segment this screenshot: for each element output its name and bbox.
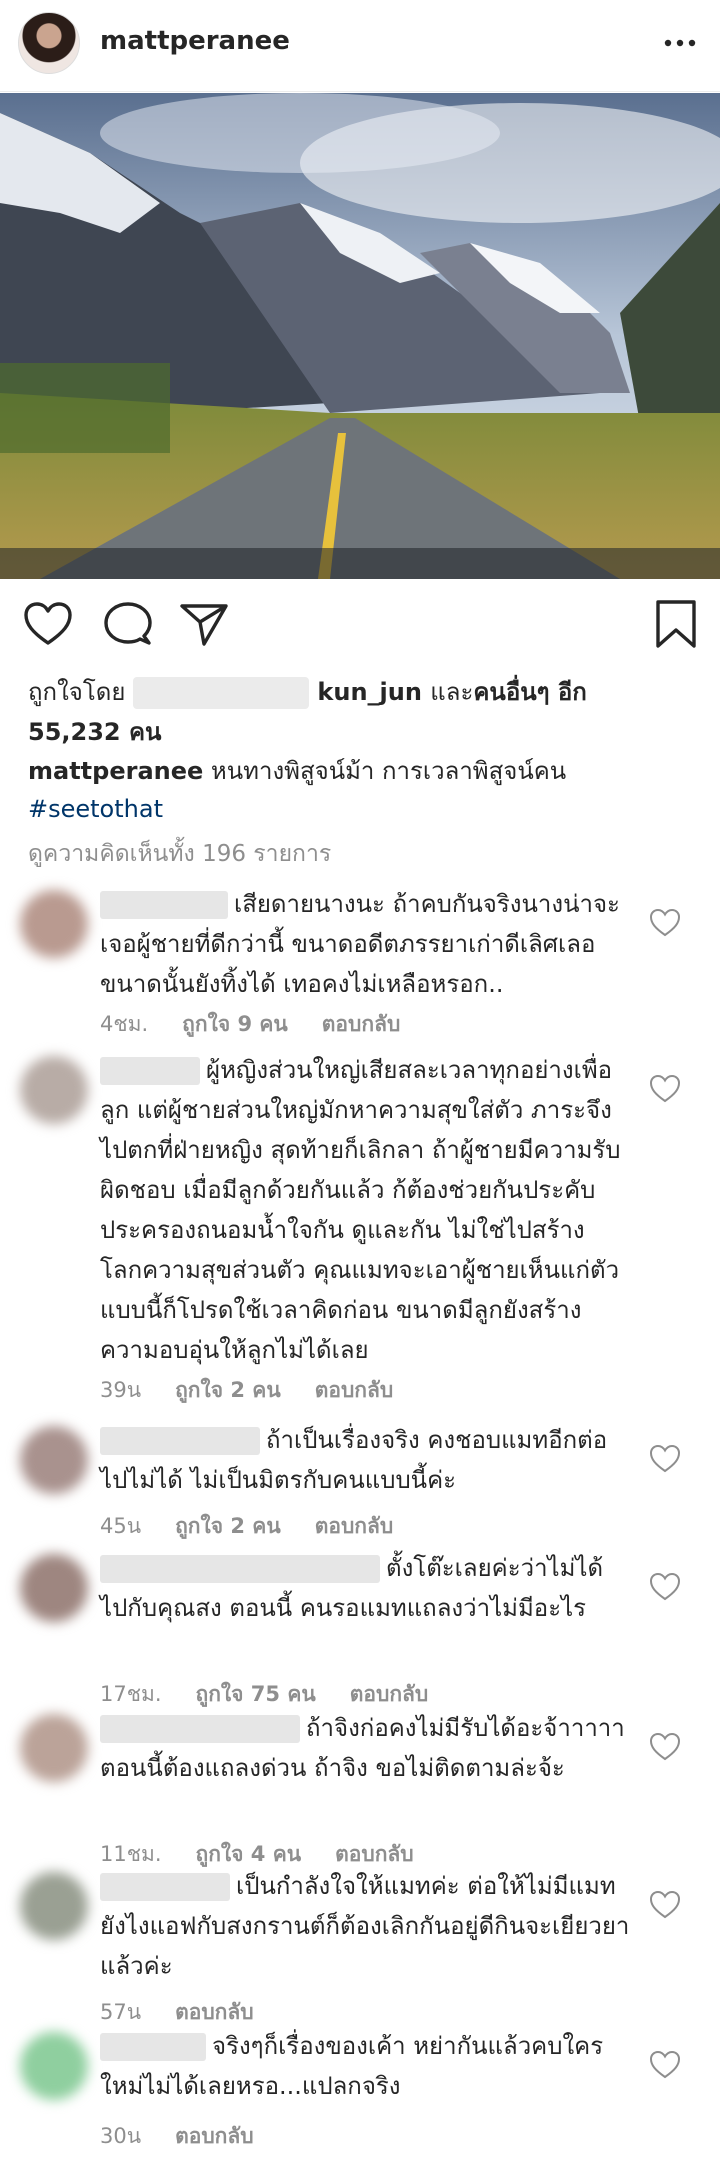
comment-text-block: ถ้าจิงก่อคงไม่มีรับได้อะจ้าาาาา ตอนนี้ต้…: [100, 1708, 630, 1788]
caption-username[interactable]: mattperanee: [28, 757, 203, 785]
blurred-username: [100, 1555, 380, 1583]
likes-connector: และ: [430, 678, 474, 706]
comment-time: 45น: [100, 1514, 142, 1538]
comment-text: ผู้หญิงส่วนใหญ่เสียสละเวลาทุกอย่างเพื่อล…: [100, 1056, 621, 1364]
commenter-avatar[interactable]: [20, 1554, 88, 1622]
likes-count[interactable]: 55,232 คน: [28, 718, 161, 746]
heart-icon[interactable]: [648, 1072, 682, 1106]
comment-meta: 39น ถูกใจ 2 คน ตอบกลับ: [100, 1374, 427, 1407]
comment-text-block: ถ้าเป็นเรื่องจริง คงชอบแมทอีกต่อไปไม่ได้…: [100, 1420, 630, 1500]
comment-time: 39น: [100, 1378, 142, 1402]
comment-item: เป็นกำลังใจให้แมทค่ะ ต่อให้ไม่มีแมท ยังไ…: [0, 1866, 720, 2024]
view-all-comments-link[interactable]: ดูความคิดเห็นทั้ง 196 รายการ: [28, 836, 331, 872]
comment-item: ถ้าเป็นเรื่องจริง คงชอบแมทอีกต่อไปไม่ได้…: [0, 1420, 720, 1540]
blurred-username: [100, 1715, 300, 1743]
heart-icon[interactable]: [648, 1442, 682, 1476]
blurred-username: [100, 2033, 206, 2061]
comment-time: 11ชม.: [100, 1842, 162, 1866]
comment-item: ถ้าจิงก่อคงไม่มีรับได้อะจ้าาาาา ตอนนี้ต้…: [0, 1708, 720, 1866]
blurred-username: [100, 1427, 260, 1455]
comment-meta: 30น ตอบกลับ: [100, 2120, 288, 2153]
reply-button[interactable]: ตอบกลับ: [175, 2000, 254, 2024]
commenter-avatar[interactable]: [20, 1426, 88, 1494]
comment-meta: 4ชม. ถูกใจ 9 คน ตอบกลับ: [100, 1008, 434, 1041]
comment-likes[interactable]: ถูกใจ 2 คน: [175, 1514, 281, 1538]
blurred-username: [133, 677, 310, 709]
comment-likes[interactable]: ถูกใจ 2 คน: [175, 1378, 281, 1402]
heart-icon[interactable]: [20, 596, 76, 652]
comment-text-block: ตั้งโต๊ะเลยค่ะว่าไม่ได้ไปกับคุณสง ตอนนี้…: [100, 1548, 630, 1628]
profile-avatar[interactable]: [18, 12, 80, 74]
likes-summary[interactable]: ถูกใจโดย kun_jun และคนอื่นๆ อีก 55,232 คน: [28, 672, 698, 752]
likes-prefix: ถูกใจโดย: [28, 678, 126, 706]
commenter-avatar[interactable]: [20, 2032, 88, 2100]
likes-others[interactable]: คนอื่นๆ อีก: [473, 678, 586, 706]
comment-icon[interactable]: [100, 596, 156, 652]
reply-button[interactable]: ตอบกลับ: [315, 1514, 394, 1538]
blurred-username: [100, 891, 228, 919]
commenter-avatar[interactable]: [20, 1056, 88, 1124]
commenter-avatar[interactable]: [20, 1872, 88, 1940]
comment-time: 17ชม.: [100, 1682, 162, 1706]
send-icon[interactable]: [176, 596, 232, 652]
commenter-avatar[interactable]: [20, 1714, 88, 1782]
heart-icon[interactable]: [648, 1730, 682, 1764]
comment-meta: 17ชม. ถูกใจ 75 คน ตอบกลับ: [100, 1678, 462, 1711]
comment-likes[interactable]: ถูกใจ 9 คน: [182, 1012, 288, 1036]
comment-text-block: เป็นกำลังใจให้แมทค่ะ ต่อให้ไม่มีแมท ยังไ…: [100, 1866, 630, 1986]
reply-button[interactable]: ตอบกลับ: [315, 1378, 394, 1402]
comment-time: 30น: [100, 2124, 142, 2148]
blurred-username: [100, 1873, 230, 1901]
post-photo[interactable]: [0, 93, 720, 579]
comment-likes[interactable]: ถูกใจ 75 คน: [196, 1682, 316, 1706]
comment-text-block: จริงๆก็เรื่องของเค้า หย่ากันแล้วคบใครใหม…: [100, 2026, 630, 2106]
bookmark-icon[interactable]: [648, 596, 704, 652]
comment-time: 4ชม.: [100, 1012, 149, 1036]
comment-text-block: เสียดายนางนะ ถ้าคบกันจริงนางน่าจะเจอผู้ช…: [100, 884, 630, 1004]
more-horizontal-icon[interactable]: [660, 28, 700, 58]
comment-item: จริงๆก็เรื่องของเค้า หย่ากันแล้วคบใครใหม…: [0, 2026, 720, 2156]
heart-icon[interactable]: [648, 1888, 682, 1922]
caption-hashtag[interactable]: #seetothat: [28, 795, 163, 823]
reply-button[interactable]: ตอบกลับ: [335, 1842, 414, 1866]
post-header: mattperanee: [0, 0, 720, 92]
comment-item: เสียดายนางนะ ถ้าคบกันจริงนางน่าจะเจอผู้ช…: [0, 884, 720, 1036]
comment-meta: 57น ตอบกลับ: [100, 1996, 288, 2029]
reply-button[interactable]: ตอบกลับ: [350, 1682, 429, 1706]
post-actions: [0, 590, 720, 662]
comment-likes[interactable]: ถูกใจ 4 คน: [196, 1842, 302, 1866]
comment-meta: 45น ถูกใจ 2 คน ตอบกลับ: [100, 1510, 427, 1543]
comment-time: 57น: [100, 2000, 142, 2024]
comment-item: ผู้หญิงส่วนใหญ่เสียสละเวลาทุกอย่างเพื่อล…: [0, 1050, 720, 1402]
comment-item: ตั้งโต๊ะเลยค่ะว่าไม่ได้ไปกับคุณสง ตอนนี้…: [0, 1548, 720, 1706]
post-username[interactable]: mattperanee: [100, 26, 290, 56]
heart-icon[interactable]: [648, 2048, 682, 2082]
liker-name[interactable]: kun_jun: [317, 678, 422, 706]
commenter-avatar[interactable]: [20, 890, 88, 958]
post-caption: mattperanee หนทางพิสูจน์ม้า การเวลาพิสูจ…: [28, 752, 698, 828]
reply-button[interactable]: ตอบกลับ: [175, 2124, 254, 2148]
heart-icon[interactable]: [648, 1570, 682, 1604]
blurred-username: [100, 1057, 200, 1085]
caption-text: หนทางพิสูจน์ม้า การเวลาพิสูจน์คน: [210, 757, 567, 785]
reply-button[interactable]: ตอบกลับ: [322, 1012, 401, 1036]
comment-text-block: ผู้หญิงส่วนใหญ่เสียสละเวลาทุกอย่างเพื่อล…: [100, 1050, 630, 1370]
heart-icon[interactable]: [648, 906, 682, 940]
